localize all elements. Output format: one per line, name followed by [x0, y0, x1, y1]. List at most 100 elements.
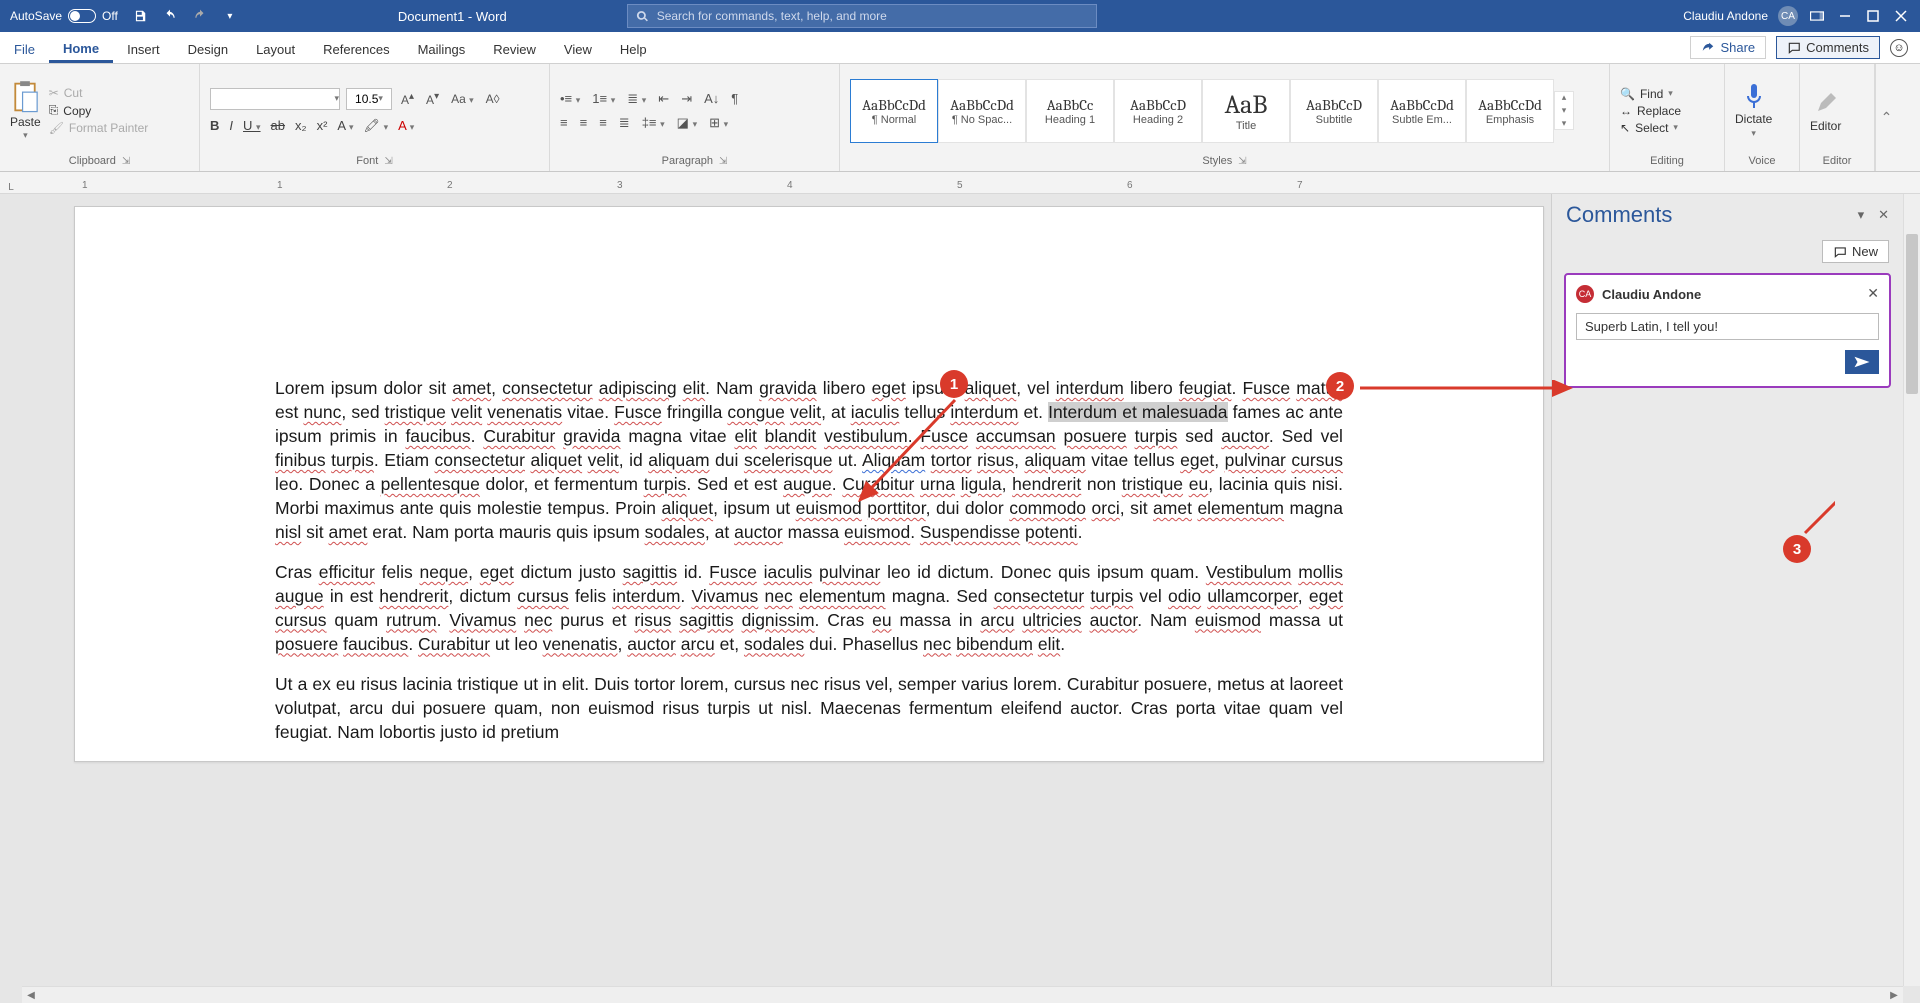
- paragraph-2[interactable]: Cras efficitur felis neque, eget dictum …: [275, 561, 1343, 657]
- shrink-font-button[interactable]: A▾: [423, 91, 442, 107]
- horizontal-scrollbar[interactable]: ◀ ▶: [22, 986, 1903, 1003]
- style-item-title[interactable]: AaBTitle: [1202, 79, 1290, 143]
- user-name[interactable]: Claudiu Andone: [1683, 9, 1768, 23]
- scroll-left-icon[interactable]: ◀: [24, 989, 38, 1002]
- body-text[interactable]: Lorem ipsum dolor sit amet, consectetur …: [275, 377, 1343, 745]
- tab-file[interactable]: File: [0, 36, 49, 63]
- find-button[interactable]: 🔍 Find ▾: [1620, 87, 1681, 101]
- grow-font-button[interactable]: A▴: [398, 91, 417, 107]
- style-item--no-spac-[interactable]: AaBbCcDd¶ No Spac...: [938, 79, 1026, 143]
- numbering-button[interactable]: 1≡ ▾: [592, 91, 615, 106]
- increase-indent-button[interactable]: ⇥: [681, 91, 692, 107]
- bold-button[interactable]: B: [210, 118, 219, 133]
- format-painter-button[interactable]: 🖌 Format Painter: [49, 121, 149, 135]
- style-item-subtle-em-[interactable]: AaBbCcDdSubtle Em...: [1378, 79, 1466, 143]
- horizontal-ruler[interactable]: 1 1 2 3 4 5 6 7: [62, 173, 1920, 193]
- tab-review[interactable]: Review: [479, 36, 550, 63]
- text-effects-button[interactable]: A ▾: [337, 118, 353, 133]
- line-spacing-button[interactable]: ‡≡ ▾: [642, 115, 665, 130]
- style-item--normal[interactable]: AaBbCcDd¶ Normal: [850, 79, 938, 143]
- maximize-icon[interactable]: [1864, 7, 1882, 25]
- paste-button[interactable]: Paste ▾: [10, 80, 41, 141]
- styles-more-icon[interactable]: ▴▾▾: [1554, 91, 1574, 130]
- superscript-button[interactable]: x²: [317, 118, 328, 133]
- share-button[interactable]: Share: [1690, 36, 1766, 59]
- clipboard-launcher-icon[interactable]: ⇲: [122, 156, 130, 167]
- paragraph-launcher-icon[interactable]: ⇲: [719, 156, 727, 167]
- paragraph-3[interactable]: Ut a ex eu risus lacinia tristique ut in…: [275, 673, 1343, 745]
- borders-button[interactable]: ⊞ ▾: [709, 115, 728, 131]
- pane-close-icon[interactable]: ✕: [1878, 207, 1889, 223]
- toggle-icon[interactable]: [68, 9, 96, 23]
- minimize-icon[interactable]: [1836, 7, 1854, 25]
- strikethrough-button[interactable]: ab: [271, 118, 285, 133]
- align-left-button[interactable]: ≡: [560, 115, 568, 130]
- pane-options-icon[interactable]: ▾: [1858, 207, 1865, 223]
- customize-qa-icon[interactable]: ▾: [222, 8, 238, 24]
- select-button[interactable]: ↖ Select ▾: [1620, 121, 1681, 135]
- comment-close-icon[interactable]: ✕: [1867, 285, 1879, 302]
- bullets-button[interactable]: •≡ ▾: [560, 91, 580, 106]
- tab-home[interactable]: Home: [49, 35, 113, 63]
- shading-button[interactable]: ◪ ▾: [677, 115, 697, 131]
- tab-references[interactable]: References: [309, 36, 403, 63]
- vertical-ruler[interactable]: [0, 194, 22, 1003]
- underline-button[interactable]: U ▾: [243, 118, 261, 133]
- style-item-emphasis[interactable]: AaBbCcDdEmphasis: [1466, 79, 1554, 143]
- style-item-heading-1[interactable]: AaBbCcHeading 1: [1026, 79, 1114, 143]
- feedback-icon[interactable]: ☺: [1890, 39, 1908, 57]
- sort-button[interactable]: A↓: [704, 91, 719, 106]
- tab-mailings[interactable]: Mailings: [404, 36, 480, 63]
- tab-view[interactable]: View: [550, 36, 606, 63]
- font-launcher-icon[interactable]: ⇲: [384, 156, 392, 167]
- comment-send-button[interactable]: [1845, 350, 1879, 374]
- autosave-toggle[interactable]: AutoSave Off: [10, 9, 118, 23]
- italic-button[interactable]: I: [229, 118, 233, 133]
- voice-group-label: Voice: [1749, 155, 1776, 167]
- tab-help[interactable]: Help: [606, 36, 661, 63]
- decrease-indent-button[interactable]: ⇤: [658, 91, 669, 107]
- replace-button[interactable]: ↔ Replace: [1620, 104, 1681, 118]
- scroll-thumb[interactable]: [1906, 234, 1918, 394]
- tab-selector[interactable]: L: [0, 182, 22, 193]
- style-item-subtitle[interactable]: AaBbCcDSubtitle: [1290, 79, 1378, 143]
- dictate-button[interactable]: Dictate ▾: [1735, 82, 1772, 139]
- subscript-button[interactable]: x₂: [295, 118, 307, 133]
- collapse-ribbon-icon[interactable]: ⌃: [1875, 64, 1897, 171]
- highlight-button[interactable]: 🖍 ▾: [364, 118, 389, 134]
- tab-design[interactable]: Design: [174, 36, 242, 63]
- editor-group-label: Editor: [1823, 155, 1852, 167]
- paste-dropdown-icon[interactable]: ▾: [23, 130, 28, 141]
- copy-button[interactable]: ⎘ Copy: [49, 103, 149, 118]
- editor-button[interactable]: Editor: [1810, 89, 1841, 133]
- scroll-right-icon[interactable]: ▶: [1887, 989, 1901, 1002]
- paragraph-1[interactable]: Lorem ipsum dolor sit amet, consectetur …: [275, 377, 1343, 545]
- change-case-button[interactable]: Aa ▾: [448, 92, 477, 106]
- comments-button[interactable]: Comments: [1776, 36, 1880, 59]
- font-name-combo[interactable]: ▾: [210, 88, 340, 110]
- close-icon[interactable]: [1892, 7, 1910, 25]
- clear-formatting-button[interactable]: A◊: [483, 92, 503, 106]
- justify-button[interactable]: ≣: [619, 115, 630, 131]
- save-icon[interactable]: [132, 8, 148, 24]
- style-item-heading-2[interactable]: AaBbCcDHeading 2: [1114, 79, 1202, 143]
- user-avatar[interactable]: CA: [1778, 6, 1798, 26]
- search-box[interactable]: Search for commands, text, help, and mor…: [627, 4, 1097, 28]
- multilevel-button[interactable]: ≣ ▾: [627, 91, 646, 107]
- styles-launcher-icon[interactable]: ⇲: [1238, 156, 1246, 167]
- align-right-button[interactable]: ≡: [599, 115, 607, 130]
- tab-layout[interactable]: Layout: [242, 36, 309, 63]
- comment-text-input[interactable]: [1576, 313, 1879, 340]
- cut-button[interactable]: ✂ Cut: [49, 86, 149, 100]
- vertical-scrollbar[interactable]: [1903, 194, 1920, 986]
- font-color-button[interactable]: A ▾: [398, 118, 414, 133]
- undo-icon[interactable]: [162, 8, 178, 24]
- redo-icon[interactable]: [192, 8, 208, 24]
- show-marks-button[interactable]: ¶: [731, 91, 738, 106]
- quick-access: ▾: [132, 8, 238, 24]
- ribbon-display-icon[interactable]: [1808, 7, 1826, 25]
- font-size-combo[interactable]: 10.5 ▾: [346, 88, 392, 110]
- tab-insert[interactable]: Insert: [113, 36, 174, 63]
- align-center-button[interactable]: ≡: [580, 115, 588, 130]
- new-comment-button[interactable]: New: [1822, 240, 1889, 263]
